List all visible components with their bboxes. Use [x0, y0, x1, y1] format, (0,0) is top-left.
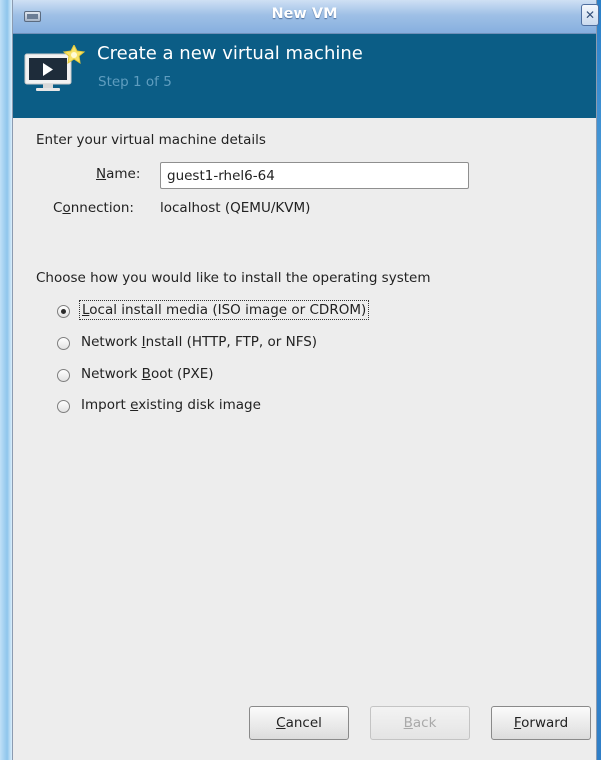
- radio-selected-dot: [61, 309, 66, 314]
- radio-button[interactable]: [57, 305, 70, 318]
- option-mnemonic: B: [141, 366, 151, 382]
- back-label: ack: [412, 715, 437, 731]
- option-text: ocal install media (ISO image or CDROM): [89, 302, 367, 318]
- window-title: New VM: [271, 6, 338, 22]
- install-option-label[interactable]: Network Boot (PXE): [81, 366, 214, 382]
- new-vm-dialog: New VM ✕ Create a new virtual machine St…: [12, 0, 599, 760]
- wizard-header: Create a new virtual machine Step 1 of 5: [13, 34, 596, 118]
- cancel-mnemonic: C: [276, 715, 286, 731]
- install-option-label[interactable]: Local install media (ISO image or CDROM): [78, 300, 370, 320]
- cancel-button[interactable]: Cancel: [249, 706, 349, 740]
- back-button[interactable]: Back: [370, 706, 470, 740]
- option-text-pre: Import: [81, 397, 131, 413]
- radio-button[interactable]: [57, 337, 70, 350]
- connection-label-mnemonic: o: [62, 200, 71, 216]
- install-method-heading: Choose how you would like to install the…: [36, 270, 431, 286]
- details-heading: Enter your virtual machine details: [36, 132, 266, 148]
- vm-name-input[interactable]: [160, 162, 469, 189]
- forward-label: orward: [521, 715, 569, 731]
- radio-button[interactable]: [57, 369, 70, 382]
- virtual-machine-icon: [24, 45, 86, 91]
- connection-value: localhost (QEMU/KVM): [160, 200, 311, 216]
- desktop-background: [0, 0, 12, 760]
- option-text: nstall (HTTP, FTP, or NFS): [145, 334, 318, 350]
- back-mnemonic: B: [403, 715, 413, 731]
- name-label-text: ame:: [106, 166, 141, 182]
- option-text-pre: Network: [81, 366, 142, 382]
- wizard-step-indicator: Step 1 of 5: [98, 74, 172, 90]
- install-option-label[interactable]: Network Install (HTTP, FTP, or NFS): [81, 334, 317, 350]
- option-text: xisting disk image: [138, 397, 261, 413]
- name-label: Name:: [96, 166, 140, 182]
- option-text: oot (PXE): [150, 366, 214, 382]
- connection-label-text: nnection:: [70, 200, 134, 216]
- connection-label: Connection:: [53, 200, 134, 216]
- radio-button[interactable]: [57, 400, 70, 413]
- install-option-label[interactable]: Import existing disk image: [81, 397, 261, 413]
- cancel-label: ancel: [285, 715, 322, 731]
- name-label-mnemonic: N: [96, 166, 107, 182]
- window-titlebar[interactable]: New VM ✕: [13, 0, 599, 34]
- option-mnemonic: e: [130, 397, 139, 413]
- option-text-pre: Network: [81, 334, 142, 350]
- wizard-title: Create a new virtual machine: [97, 43, 363, 64]
- forward-button[interactable]: Forward: [491, 706, 591, 740]
- close-icon[interactable]: ✕: [581, 4, 599, 26]
